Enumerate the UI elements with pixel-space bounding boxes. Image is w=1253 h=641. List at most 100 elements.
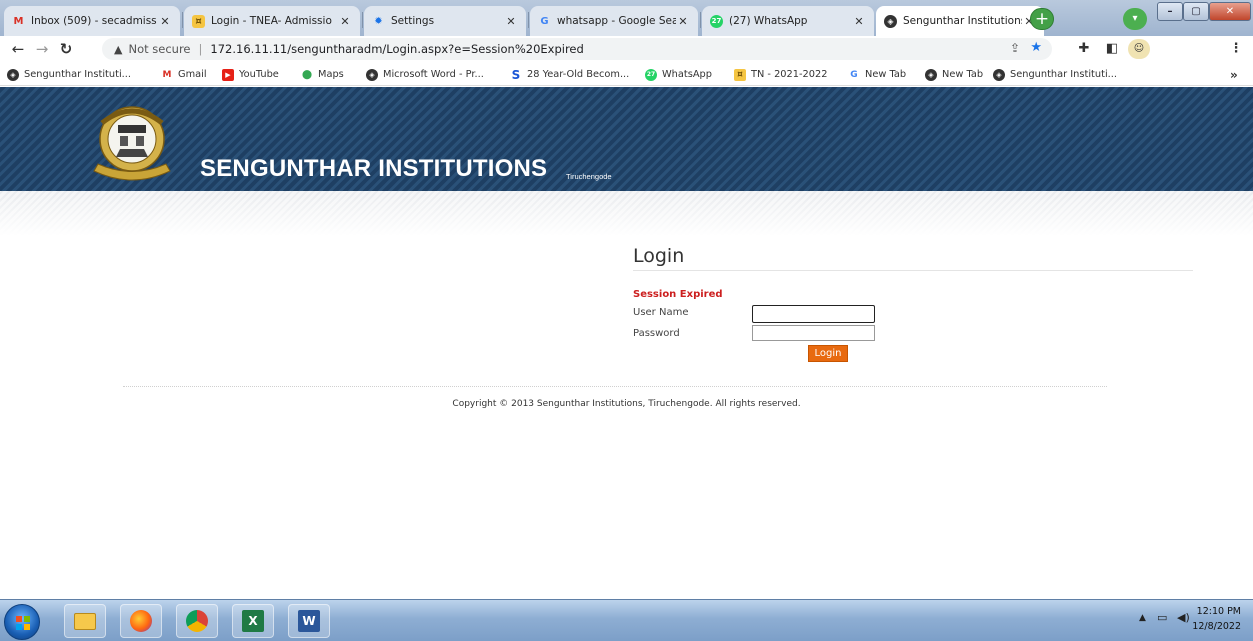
username-input[interactable] xyxy=(752,305,875,323)
gmail-icon: M xyxy=(13,15,24,27)
maps-pin-icon: ⬤ xyxy=(301,69,313,80)
bookmark-maps[interactable]: ⬤ Maps xyxy=(301,66,344,83)
word-icon: W xyxy=(298,610,320,632)
tab-whatsapp[interactable]: 27 (27) WhatsApp ✕ xyxy=(702,6,874,36)
taskbar-excel[interactable]: X xyxy=(232,604,274,638)
bookmark-sengunthar[interactable]: ◈ Sengunthar Instituti... xyxy=(7,66,131,83)
bookmark-gmail[interactable]: M Gmail xyxy=(161,66,207,83)
divider xyxy=(633,270,1193,271)
bookmark-label: New Tab xyxy=(865,69,907,80)
bookmarks-overflow-button[interactable]: » xyxy=(1230,66,1238,83)
window-close-button[interactable]: ✕ xyxy=(1209,2,1251,21)
network-icon[interactable]: ▭ xyxy=(1157,611,1167,624)
bookmark-label: YouTube xyxy=(239,69,279,80)
tab-google-search[interactable]: G whatsapp - Google Sea ✕ xyxy=(530,6,698,36)
start-button[interactable] xyxy=(4,604,40,640)
address-bar[interactable]: ▲ Not secure | 172.16.11.11/senguntharаd… xyxy=(102,38,1052,60)
bookmark-star-icon[interactable]: ★ xyxy=(1030,40,1042,55)
forward-arrow-icon[interactable]: → xyxy=(30,37,54,61)
youtube-icon: ▶ xyxy=(222,68,234,81)
taskbar-chrome[interactable] xyxy=(176,604,218,638)
menu-kebab-icon[interactable]: ⋮ xyxy=(1226,39,1246,59)
taskbar-firefox[interactable] xyxy=(120,604,162,638)
bookmark-label: Sengunthar Instituti... xyxy=(1010,69,1118,80)
settings-gear-icon: ✹ xyxy=(374,15,383,27)
bookmark-new-tab-1[interactable]: G New Tab xyxy=(848,66,906,83)
reload-icon[interactable]: ↻ xyxy=(54,37,78,61)
excel-icon: X xyxy=(242,610,264,632)
clock-time[interactable]: 12:10 PM xyxy=(1197,606,1241,617)
google-icon: G xyxy=(540,15,549,27)
tray-expand-icon[interactable]: ▲ xyxy=(1139,613,1146,623)
site-title: SENGUNTHAR INSTITUTIONS xyxy=(200,155,548,182)
tab-search-button[interactable]: ▾ xyxy=(1123,8,1147,30)
globe-icon: ◈ xyxy=(7,68,19,81)
warning-triangle-icon[interactable]: ▲ xyxy=(114,43,122,56)
google-icon: G xyxy=(850,69,858,80)
tab-title: Settings xyxy=(391,15,435,27)
back-arrow-icon[interactable]: ← xyxy=(6,37,30,61)
close-icon[interactable]: ✕ xyxy=(158,15,172,28)
banner-fade xyxy=(0,191,1253,236)
tnea-icon: ¤ xyxy=(734,68,746,81)
session-expired-message: Session Expired xyxy=(633,289,723,300)
bookmark-label: New Tab xyxy=(942,69,984,80)
tab-strip: M Inbox (509) - secadmiss ✕ ¤ Login - TN… xyxy=(0,0,1253,36)
bookmark-new-tab-2[interactable]: ◈ New Tab xyxy=(925,66,983,83)
tab-gmail[interactable]: M Inbox (509) - secadmiss ✕ xyxy=(4,6,180,36)
bookmarks-bar: ◈ Sengunthar Instituti... M Gmail ▶ YouT… xyxy=(0,62,1253,86)
security-label[interactable]: Not secure xyxy=(128,42,190,56)
minimize-button[interactable]: – xyxy=(1157,2,1183,21)
bookmark-whatsapp[interactable]: 27 WhatsApp xyxy=(645,66,712,83)
bookmark-word[interactable]: ◈ Microsoft Word - Pr... xyxy=(366,66,484,83)
tab-settings[interactable]: ✹ Settings ✕ xyxy=(364,6,526,36)
site-banner xyxy=(0,87,1253,191)
windows-taskbar: X W ▲ ▭ ◀) 12:10 PM 12/8/2022 xyxy=(0,599,1253,641)
tab-title: whatsapp - Google Sea xyxy=(557,15,676,27)
taskbar-explorer[interactable] xyxy=(64,604,106,638)
firefox-icon xyxy=(130,610,152,632)
close-icon[interactable]: ✕ xyxy=(852,15,866,28)
side-panel-icon[interactable]: ◧ xyxy=(1102,39,1122,59)
url-text[interactable]: 172.16.11.11/senguntharаdm/Login.aspx?e=… xyxy=(210,42,583,56)
copyright-text: Copyright © 2013 Sengunthar Institutions… xyxy=(452,399,801,409)
tab-tnea[interactable]: ¤ Login - TNEA- Admissio ✕ xyxy=(184,6,360,36)
extensions-puzzle-icon[interactable]: ✚ xyxy=(1074,39,1094,59)
bookmark-youtube[interactable]: ▶ YouTube xyxy=(222,66,279,83)
institution-logo xyxy=(93,106,171,181)
globe-icon: ◈ xyxy=(993,68,1005,81)
password-input[interactable] xyxy=(752,325,875,341)
login-button[interactable]: Login xyxy=(808,345,848,362)
taskbar-word[interactable]: W xyxy=(288,604,330,638)
password-label: Password xyxy=(633,328,680,339)
login-heading: Login xyxy=(633,245,685,267)
bookmark-tn[interactable]: ¤ TN - 2021-2022 xyxy=(734,66,827,83)
tab-sengunthar[interactable]: ◈ Sengunthar Institutions ✕ xyxy=(876,6,1044,36)
close-icon[interactable]: ✕ xyxy=(338,15,352,28)
chrome-icon xyxy=(186,610,208,632)
bookmark-label: 28 Year-Old Becom... xyxy=(527,69,630,80)
new-tab-button[interactable]: + xyxy=(1030,8,1054,30)
tab-title: (27) WhatsApp xyxy=(729,15,808,27)
bookmark-label: Sengunthar Instituti... xyxy=(24,69,132,80)
close-icon[interactable]: ✕ xyxy=(676,15,690,28)
globe-icon: ◈ xyxy=(884,14,897,28)
bookmark-sengunthar-2[interactable]: ◈ Sengunthar Instituti... xyxy=(993,66,1117,83)
volume-icon[interactable]: ◀) xyxy=(1177,611,1190,624)
share-icon[interactable]: ⇪ xyxy=(1010,41,1020,55)
close-icon[interactable]: ✕ xyxy=(504,15,518,28)
windows-logo-icon xyxy=(16,616,30,630)
tnea-icon: ¤ xyxy=(192,14,205,28)
gmail-icon: M xyxy=(162,69,172,80)
whatsapp-icon: 27 xyxy=(710,14,723,28)
profile-avatar[interactable]: ☺ xyxy=(1128,39,1150,59)
s-logo-icon: S xyxy=(511,67,521,82)
clock-date[interactable]: 12/8/2022 xyxy=(1192,621,1241,632)
bookmark-article[interactable]: S 28 Year-Old Becom... xyxy=(510,66,630,83)
explorer-icon xyxy=(74,612,96,630)
browser-toolbar: ← → ↻ ▲ Not secure | 172.16.11.11/sengun… xyxy=(0,36,1253,62)
bookmark-label: WhatsApp xyxy=(662,69,712,80)
tab-title: Inbox (509) - secadmiss xyxy=(31,15,157,27)
bookmark-label: Gmail xyxy=(178,69,207,80)
maximize-button[interactable]: ▢ xyxy=(1183,2,1209,21)
